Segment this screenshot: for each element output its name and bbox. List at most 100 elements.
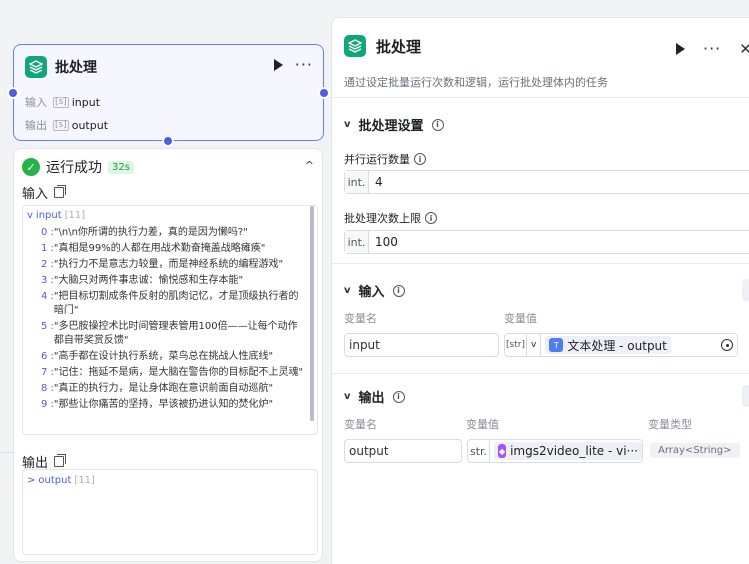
json-root[interactable]: > output [11]: [27, 475, 95, 486]
parallel-value[interactable]: 4: [369, 175, 383, 189]
json-item-value: "真正的执行力，是让身体跑在意识前面自动巡航": [53, 383, 274, 394]
node-input-port[interactable]: [7, 87, 19, 99]
input-json-viewer[interactable]: v input [11] 0 : "\n\n你所谓的执行力差，真的是因为懒吗?"…: [22, 205, 318, 435]
output-var-value-field[interactable]: str. ◆ imgs2video_lite - vi···: [467, 439, 643, 463]
copy-icon[interactable]: [54, 185, 67, 198]
copy-icon[interactable]: [54, 454, 67, 467]
json-item: 5 : "多巴胺操控术比时间管理表管用100倍——让每个动作都自带奖赏反馈": [41, 320, 306, 348]
json-root-count: [11]: [64, 210, 86, 221]
check-circle-icon: ✓: [22, 158, 40, 176]
node-output-port[interactable]: [318, 87, 330, 99]
play-icon[interactable]: [273, 59, 283, 71]
json-item-index: 4 :: [41, 291, 54, 302]
array-icon: [s]: [53, 96, 69, 108]
node-output-key: 输出: [25, 119, 47, 132]
type-prefix: [str]: [505, 334, 527, 356]
divider: [332, 97, 749, 98]
json-item-index: 3 :: [41, 275, 54, 286]
max-count-input[interactable]: int. 100: [344, 230, 749, 254]
play-icon[interactable]: [676, 43, 685, 55]
input-section-label: 输入: [22, 183, 67, 202]
output-section-header[interactable]: v 输出 i: [344, 387, 405, 406]
time-badge: 32s: [108, 160, 134, 174]
int-prefix: int.: [345, 171, 369, 193]
node-output-value: output: [71, 118, 109, 132]
settings-title: 批处理设置: [358, 119, 424, 134]
node-bottom-port[interactable]: [162, 135, 174, 147]
json-item: 8 : "真正的执行力，是让身体跑在意识前面自动巡航": [41, 382, 306, 396]
add-input-button[interactable]: [742, 279, 749, 301]
divider: [332, 263, 749, 264]
batch-node-card[interactable]: 批处理 ··· 输入 [s] input 输出 [s] output: [7, 44, 330, 147]
run-result-panel: ✓ 运行成功 32s ^ 输入 v input [11] 0 : "\n\n你所…: [13, 148, 323, 562]
json-item: 4 : "把目标切割成条件反射的肌肉记忆，才是顶级执行者的暗门": [41, 290, 306, 318]
json-item: 9 : "那些让你痛苦的坚持，早该被扔进认知的焚化炉": [41, 398, 306, 412]
info-icon[interactable]: i: [392, 284, 405, 297]
json-item-index: 7 :: [41, 367, 54, 378]
json-item: 3 : "大脑只对两件事忠诚：愉悦感和生存本能": [41, 274, 306, 288]
canvas-edge: [0, 452, 13, 453]
chevron-down-icon[interactable]: v: [344, 391, 351, 402]
node-input-value: input: [71, 95, 101, 109]
json-item-value: "把目标切割成条件反射的肌肉记忆，才是顶级执行者的暗门": [53, 291, 299, 316]
input-section-header[interactable]: v 输入 i: [344, 281, 405, 300]
json-root-count: [11]: [74, 475, 95, 486]
parallel-label: 并行运行数量 i: [344, 151, 426, 167]
text-process-icon: T: [549, 338, 564, 352]
json-item: 0 : "\n\n你所谓的执行力差，真的是因为懒吗?": [41, 226, 306, 240]
parallel-label-text: 并行运行数量: [344, 153, 410, 166]
output-var-name: output: [349, 444, 389, 458]
array-icon: [s]: [53, 119, 69, 131]
var-name-header: 变量名: [344, 312, 377, 325]
divider: [332, 373, 749, 374]
close-icon[interactable]: ✕: [739, 40, 749, 58]
json-item: 7 : "记住：拖延不是病，是大脑在警告你的目标配不上灵魂": [41, 366, 306, 380]
output-var-type-badge: Array<String>: [650, 443, 740, 458]
json-item-index: 1 :: [41, 243, 54, 254]
info-icon[interactable]: i: [431, 118, 444, 131]
json-item-value: "高手都在设计执行系统，菜鸟总在挑战人性底线": [53, 351, 274, 362]
output-var-name-field[interactable]: output: [344, 439, 462, 463]
settings-section-header[interactable]: v 批处理设置 i: [344, 115, 444, 134]
input-var-value-field[interactable]: [str] v T 文本处理 - output: [504, 333, 738, 357]
json-item: 1 : "真相是99%的人都在用战术勤奋掩盖战略瘫痪": [41, 242, 306, 256]
input-label: 输入: [22, 187, 49, 202]
node-input-row: 输入 [s] input: [25, 94, 100, 110]
json-item-value: "执行力不是意志力较量，而是神经系统的编程游戏": [53, 259, 284, 270]
chevron-down-icon[interactable]: v: [27, 210, 33, 221]
json-item-value: "大脑只对两件事忠诚：愉悦感和生存本能": [53, 275, 244, 286]
run-status: 运行成功: [46, 160, 102, 176]
max-value[interactable]: 100: [369, 235, 398, 249]
chevron-down-icon[interactable]: v: [344, 285, 351, 296]
chevron-down-icon[interactable]: v: [527, 334, 542, 356]
chevron-right-icon[interactable]: >: [27, 475, 35, 486]
target-icon[interactable]: [721, 339, 733, 351]
json-item-value: "\n\n你所谓的执行力差，真的是因为懒吗?": [53, 227, 248, 238]
info-icon[interactable]: i: [414, 153, 426, 165]
chevron-down-icon[interactable]: v: [344, 119, 351, 130]
json-item-value: "多巴胺操控术比时间管理表管用100倍——让每个动作都自带奖赏反馈": [53, 321, 298, 346]
plugin-icon: ◆: [498, 444, 507, 458]
json-root-key: output: [38, 475, 72, 486]
info-icon[interactable]: i: [392, 390, 405, 403]
input-ref-label: 文本处理 - output: [567, 338, 667, 353]
json-item-value: "那些让你痛苦的坚持，早该被扔进认知的焚化炉": [53, 399, 274, 410]
input-var-name-field[interactable]: input: [344, 333, 499, 357]
more-icon[interactable]: ···: [295, 57, 313, 73]
info-icon[interactable]: i: [425, 212, 437, 224]
node-title: 批处理: [55, 60, 97, 76]
json-root-key: input: [35, 210, 62, 221]
json-item-index: 5 :: [41, 321, 54, 332]
json-root[interactable]: v input [11]: [27, 210, 85, 221]
json-item-index: 8 :: [41, 383, 54, 394]
json-item-index: 6 :: [41, 351, 54, 362]
scrollbar[interactable]: [310, 206, 314, 421]
input-var-name: input: [349, 338, 380, 352]
more-icon[interactable]: ···: [703, 41, 721, 57]
collapse-icon[interactable]: ^: [305, 159, 314, 172]
add-output-button[interactable]: [742, 385, 749, 407]
out-var-name-header: 变量名: [344, 418, 377, 431]
output-json-viewer[interactable]: > output [11]: [22, 469, 318, 555]
parallel-count-input[interactable]: int. 4: [344, 170, 749, 194]
node-output-row: 输出 [s] output: [25, 117, 108, 133]
